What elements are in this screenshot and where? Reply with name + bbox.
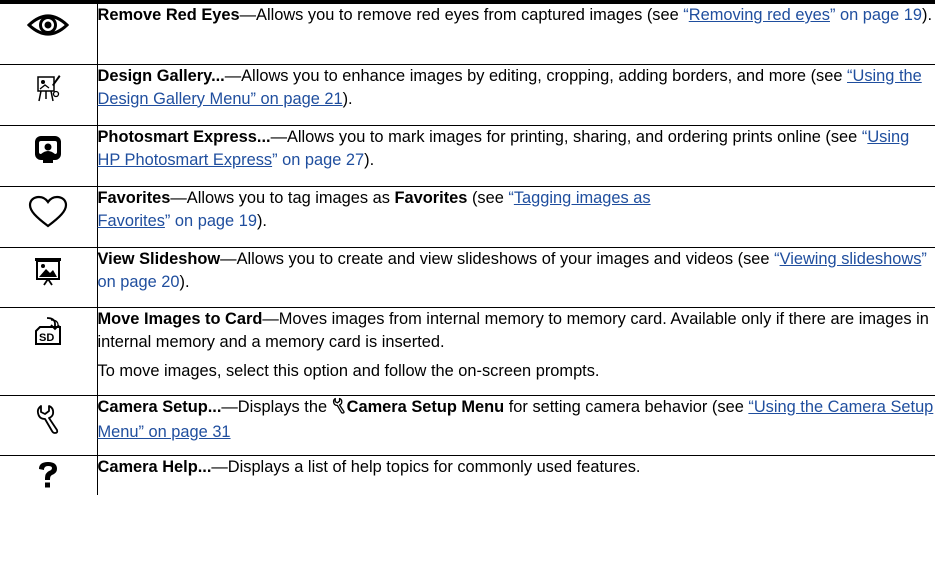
move-to-sd-icon: SD xyxy=(33,316,63,351)
table-row: SD Move Images to Card—Moves images from… xyxy=(0,307,935,396)
design-gallery-icon xyxy=(35,73,61,108)
table-row: Camera Setup...—Displays the Camera Setu… xyxy=(0,395,935,456)
menu-options-page: Remove Red Eyes—Allows you to remove red… xyxy=(0,0,935,581)
camera-help-description: Camera Help...—Displays a list of help t… xyxy=(97,457,641,476)
table-row: Favorites—Allows you to tag images as Fa… xyxy=(0,186,935,248)
option-title: Camera Help... xyxy=(97,457,212,476)
table-row: Camera Help...—Displays a list of help t… xyxy=(0,455,935,495)
move-images-instructions: To move images, select this option and f… xyxy=(97,361,600,380)
wrench-icon xyxy=(35,404,61,439)
option-title: Photosmart Express... xyxy=(97,127,271,146)
wrench-icon xyxy=(332,397,346,421)
menu-options-table: Remove Red Eyes—Allows you to remove red… xyxy=(0,4,935,495)
favorites-description: Favorites—Allows you to tag images as Fa… xyxy=(97,188,651,230)
photosmart-express-icon xyxy=(33,134,63,169)
table-row: Remove Red Eyes—Allows you to remove red… xyxy=(0,4,935,65)
option-title: Favorites xyxy=(97,188,171,207)
option-title: Remove Red Eyes xyxy=(97,6,240,24)
page-link[interactable]: “Removing red eyes” on page 19 xyxy=(683,6,922,24)
option-title: Camera Setup... xyxy=(97,397,222,416)
option-title: View Slideshow xyxy=(97,249,221,268)
eye-icon xyxy=(27,12,70,43)
table-row: View Slideshow—Allows you to create and … xyxy=(0,247,935,308)
table-row: Design Gallery...—Allows you to enhance … xyxy=(0,64,935,126)
photosmart-express-description: Photosmart Express...—Allows you to mark… xyxy=(97,127,910,169)
option-title: Design Gallery... xyxy=(97,66,225,85)
table-row: Photosmart Express...—Allows you to mark… xyxy=(0,125,935,187)
remove-red-eyes-description: Remove Red Eyes—Allows you to remove red… xyxy=(97,6,933,24)
view-slideshow-description: View Slideshow—Allows you to create and … xyxy=(97,249,927,291)
option-title: Move Images to Card xyxy=(97,309,263,328)
heart-icon xyxy=(28,195,68,234)
move-images-description: Move Images to Card—Moves images from in… xyxy=(97,309,929,351)
slideshow-icon xyxy=(34,256,62,291)
design-gallery-description: Design Gallery...—Allows you to enhance … xyxy=(97,66,922,108)
svg-text:SD: SD xyxy=(39,332,54,344)
camera-setup-description: Camera Setup...—Displays the Camera Setu… xyxy=(97,397,934,441)
question-mark-icon xyxy=(37,461,59,494)
